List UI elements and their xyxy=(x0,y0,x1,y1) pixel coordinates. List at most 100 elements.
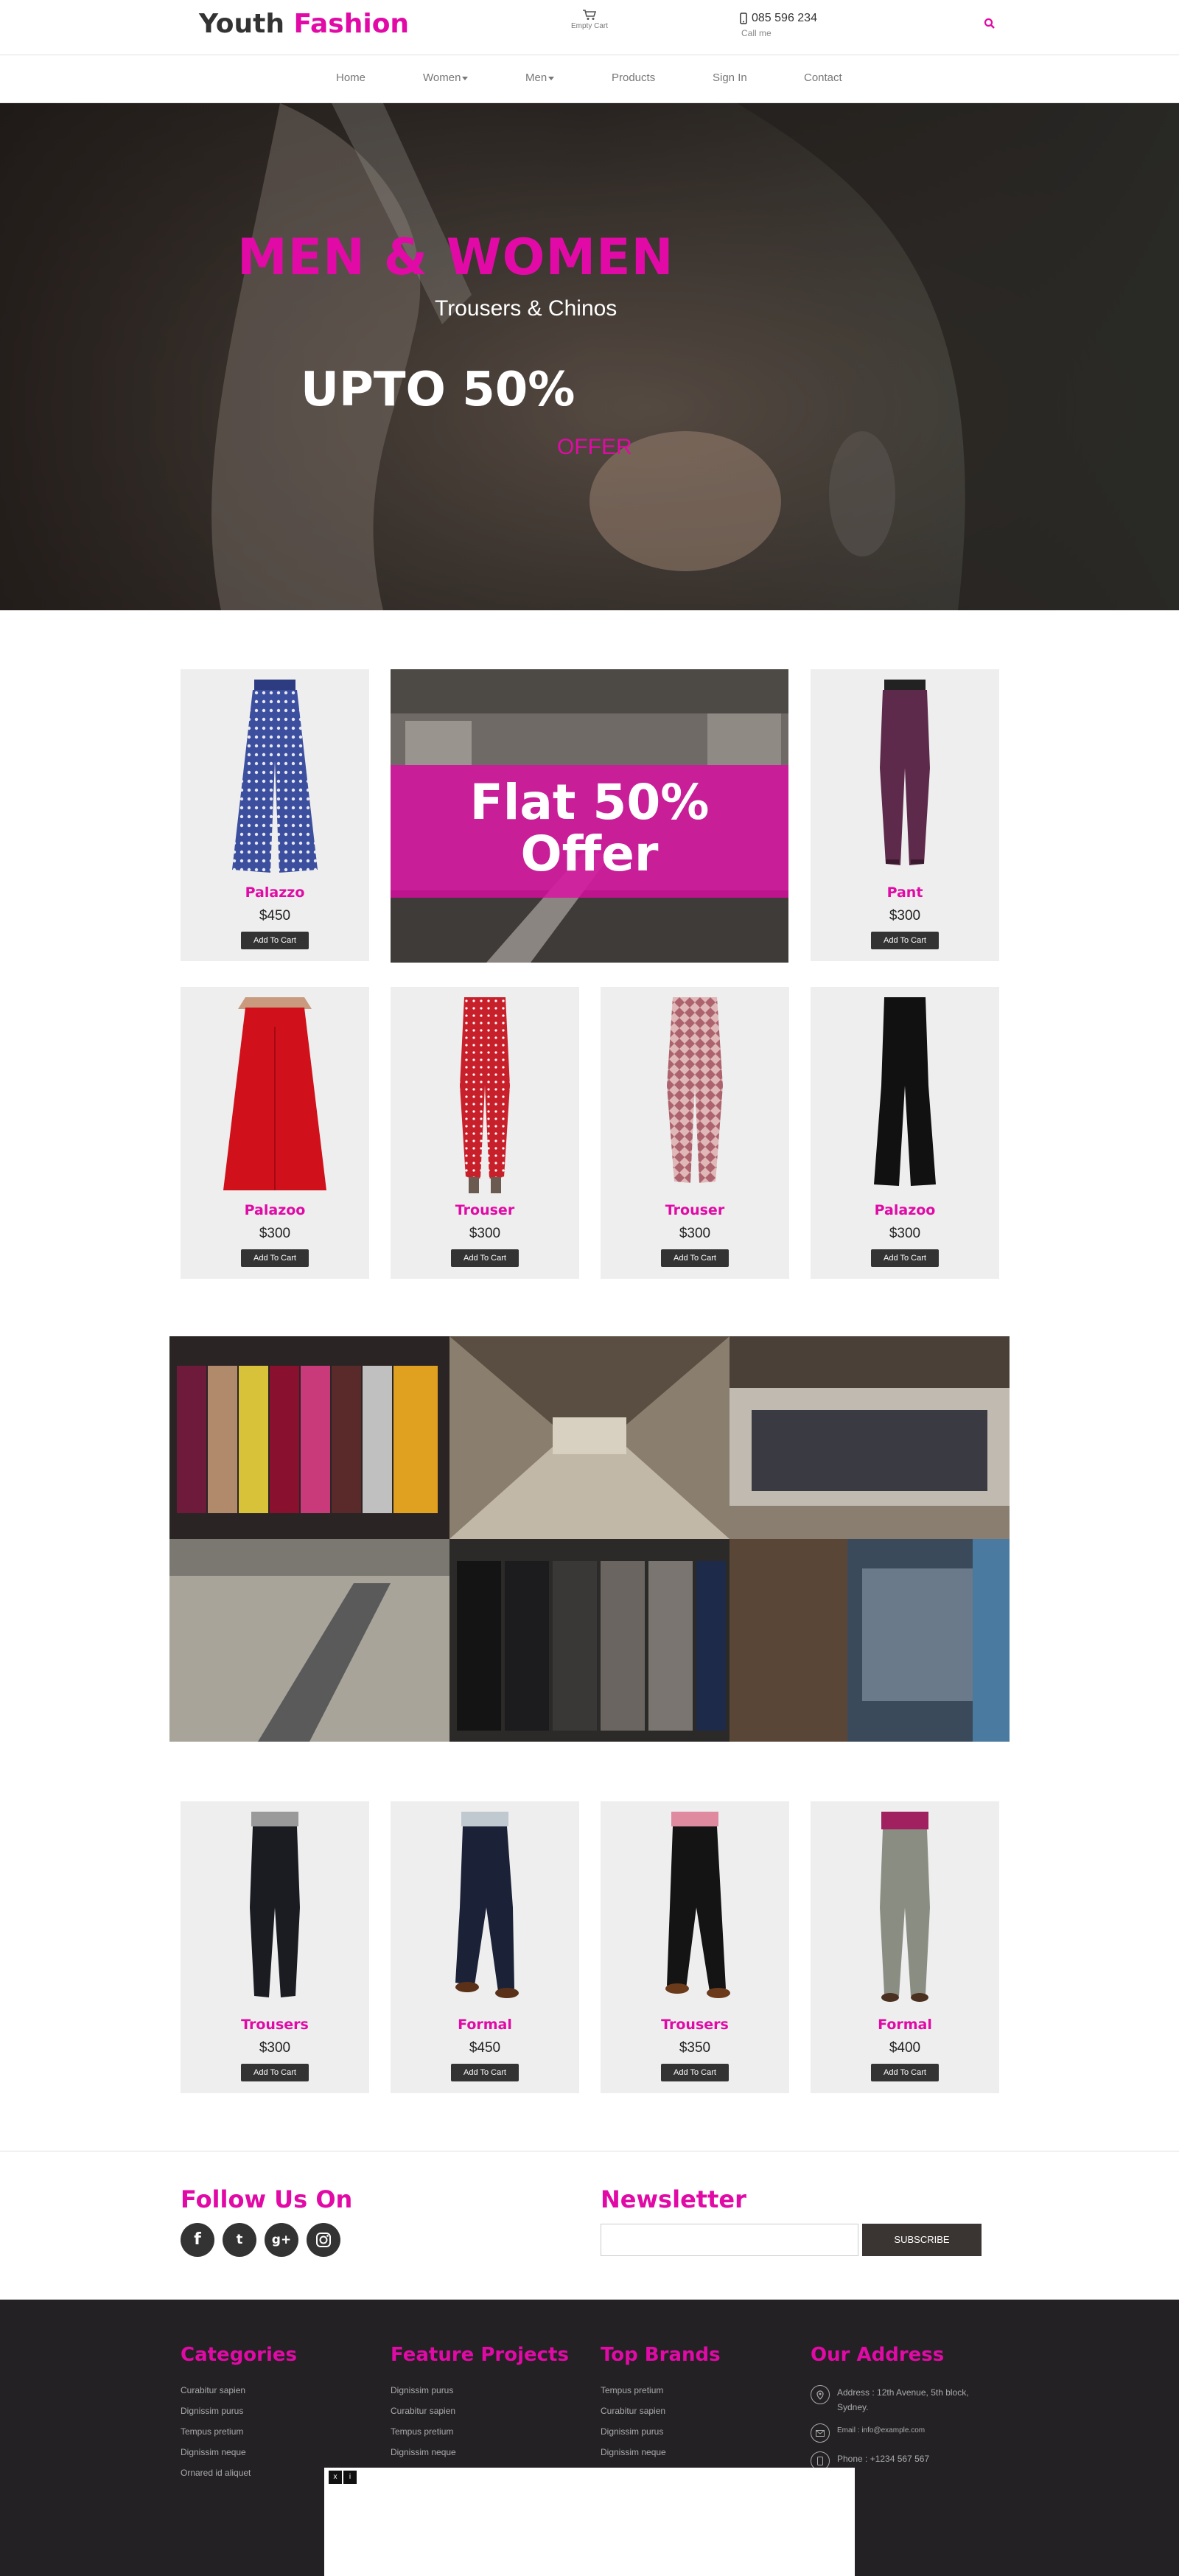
product-price: $300 xyxy=(889,1226,921,1241)
product-name: Trousers xyxy=(241,2017,309,2033)
red-dotted-trouser-image xyxy=(460,997,510,1193)
product-card[interactable]: Pant $300 Add To Cart xyxy=(811,669,999,961)
footer-link[interactable]: Dignissim purus xyxy=(601,2426,721,2437)
add-to-cart-button[interactable]: Add To Cart xyxy=(871,932,939,949)
nav-men[interactable]: Men xyxy=(525,71,555,84)
product-card[interactable]: Trousers $350 Add To Cart xyxy=(601,1801,789,2093)
gallery-image[interactable] xyxy=(449,1336,730,1539)
footer-link[interactable]: Dignissim purus xyxy=(391,2385,569,2395)
phone-sub: Call me xyxy=(741,28,772,38)
product-card[interactable]: Formal $400 Add To Cart xyxy=(811,1801,999,2093)
footer-link[interactable]: Dignissim purus xyxy=(181,2406,297,2416)
product-name: Trousers xyxy=(661,2017,729,2033)
product-card[interactable]: Palazoo $300 Add To Cart xyxy=(811,987,999,1279)
address-text: Address : 12th Avenue, 5th block, Sydney… xyxy=(837,2387,969,2412)
grey-formal-image xyxy=(880,1812,930,2002)
email-text[interactable]: Email : info@example.com xyxy=(837,2423,925,2438)
gallery-image[interactable] xyxy=(730,1539,1010,1742)
main-nav: Home Women Men Products Sign In Contact xyxy=(0,55,1179,103)
add-to-cart-button[interactable]: Add To Cart xyxy=(661,2064,729,2081)
product-card[interactable]: Palazzo $450 Add To Cart xyxy=(181,669,369,961)
google-plus-icon[interactable]: g+ xyxy=(265,2223,298,2257)
promo-banner[interactable]: Flat 50% Offer xyxy=(391,669,788,963)
hero-background-image xyxy=(0,103,1179,610)
product-name: Trouser xyxy=(665,1202,725,1218)
add-to-cart-button[interactable]: Add To Cart xyxy=(241,1249,309,1267)
gallery-image[interactable] xyxy=(169,1336,449,1539)
nav-contact[interactable]: Contact xyxy=(804,71,842,84)
logo[interactable]: Youth Fashion xyxy=(199,9,409,39)
ad-overlay[interactable]: x i xyxy=(324,2468,855,2576)
footer-link[interactable]: Tempus pretium xyxy=(181,2426,297,2437)
gallery-image[interactable] xyxy=(449,1539,730,1742)
footer-link[interactable]: Curabitur sapien xyxy=(181,2385,297,2395)
product-card[interactable]: Trouser $300 Add To Cart xyxy=(601,987,789,1279)
add-to-cart-button[interactable]: Add To Cart xyxy=(451,1249,519,1267)
jackets-rack-image xyxy=(169,1336,449,1539)
footer-link[interactable]: Dignissim neque xyxy=(391,2447,569,2457)
footer-heading: Our Address xyxy=(811,2344,945,2366)
add-to-cart-button[interactable]: Add To Cart xyxy=(451,2064,519,2081)
footer-link[interactable]: Dignissim neque xyxy=(181,2447,297,2457)
product-price: $450 xyxy=(259,908,291,924)
follow-us-heading: Follow Us On xyxy=(181,2185,353,2213)
product-name: Formal xyxy=(458,2017,512,2033)
brand-main: Youth xyxy=(199,9,284,39)
phone-number: 085 596 234 xyxy=(752,12,817,24)
footer-link[interactable]: Tempus pretium xyxy=(601,2385,721,2395)
cart-button[interactable]: Empty Cart xyxy=(560,9,619,30)
chevron-down-icon xyxy=(548,76,555,80)
footer-link[interactable]: Tempus pretium xyxy=(391,2426,569,2437)
product-card[interactable]: Formal $450 Add To Cart xyxy=(391,1801,579,2093)
promo-line-1: Flat 50% xyxy=(469,774,710,831)
product-card[interactable]: Palazoo $300 Add To Cart xyxy=(181,987,369,1279)
footer-heading: Top Brands xyxy=(601,2344,721,2366)
product-price: $300 xyxy=(469,1226,501,1241)
gallery-image[interactable] xyxy=(730,1336,1010,1539)
hero-subheadline: Trousers & Chinos xyxy=(435,296,618,321)
product-price: $300 xyxy=(259,2040,291,2056)
hero-headline: MEN & WOMEN xyxy=(237,228,674,287)
product-card[interactable]: Trouser $300 Add To Cart xyxy=(391,987,579,1279)
twitter-icon[interactable]: t xyxy=(223,2223,256,2257)
search-button[interactable] xyxy=(984,18,996,33)
footer-top-brands: Top Brands Tempus pretium Curabitur sapi… xyxy=(601,2344,721,2468)
add-to-cart-button[interactable]: Add To Cart xyxy=(661,1249,729,1267)
footer-address: Our Address Address : 12th Avenue, 5th b… xyxy=(811,2344,995,2479)
add-to-cart-button[interactable]: Add To Cart xyxy=(871,2064,939,2081)
phone-contact: 085 596 234 Call me xyxy=(740,12,817,38)
product-card[interactable]: Trousers $300 Add To Cart xyxy=(181,1801,369,2093)
product-price: $300 xyxy=(259,1226,291,1241)
footer-link[interactable]: Curabitur sapien xyxy=(391,2406,569,2416)
add-to-cart-button[interactable]: Add To Cart xyxy=(241,2064,309,2081)
nav-home[interactable]: Home xyxy=(336,71,365,84)
nav-sign-in[interactable]: Sign In xyxy=(713,71,747,84)
black-palazzo-image xyxy=(874,997,936,1186)
footer-feature-projects: Feature Projects Dignissim purus Curabit… xyxy=(391,2344,569,2468)
add-to-cart-button[interactable]: Add To Cart xyxy=(871,1249,939,1267)
header: Youth Fashion Empty Cart 085 596 234 Cal… xyxy=(0,0,1179,55)
instagram-glyph xyxy=(316,2233,331,2247)
newsletter-email-input[interactable] xyxy=(601,2224,858,2256)
nav-women[interactable]: Women xyxy=(423,71,469,84)
cart-label: Empty Cart xyxy=(570,22,608,30)
product-price: $300 xyxy=(889,908,921,924)
subscribe-button[interactable]: SUBSCRIBE xyxy=(862,2224,982,2256)
footer-link[interactable]: Dignissim neque xyxy=(601,2447,721,2457)
black-trousers-image xyxy=(250,1812,300,1997)
nav-products[interactable]: Products xyxy=(612,71,655,84)
add-to-cart-button[interactable]: Add To Cart xyxy=(241,932,309,949)
close-icon[interactable]: x xyxy=(329,2471,342,2484)
gallery-image[interactable] xyxy=(169,1539,449,1742)
menswear-store-image xyxy=(730,1539,1010,1742)
instagram-icon[interactable] xyxy=(307,2223,340,2257)
red-palazzo-image xyxy=(223,997,326,1190)
purple-pant-image xyxy=(880,680,930,865)
product-price: $400 xyxy=(889,2040,921,2056)
footer-link[interactable]: Ornared id aliquet xyxy=(181,2468,297,2478)
brand-accent: Fashion xyxy=(293,9,410,39)
blue-print-palazzo-image xyxy=(232,680,318,873)
facebook-icon[interactable]: f xyxy=(181,2223,214,2257)
info-icon[interactable]: i xyxy=(343,2471,357,2484)
footer-link[interactable]: Curabitur sapien xyxy=(601,2406,721,2416)
